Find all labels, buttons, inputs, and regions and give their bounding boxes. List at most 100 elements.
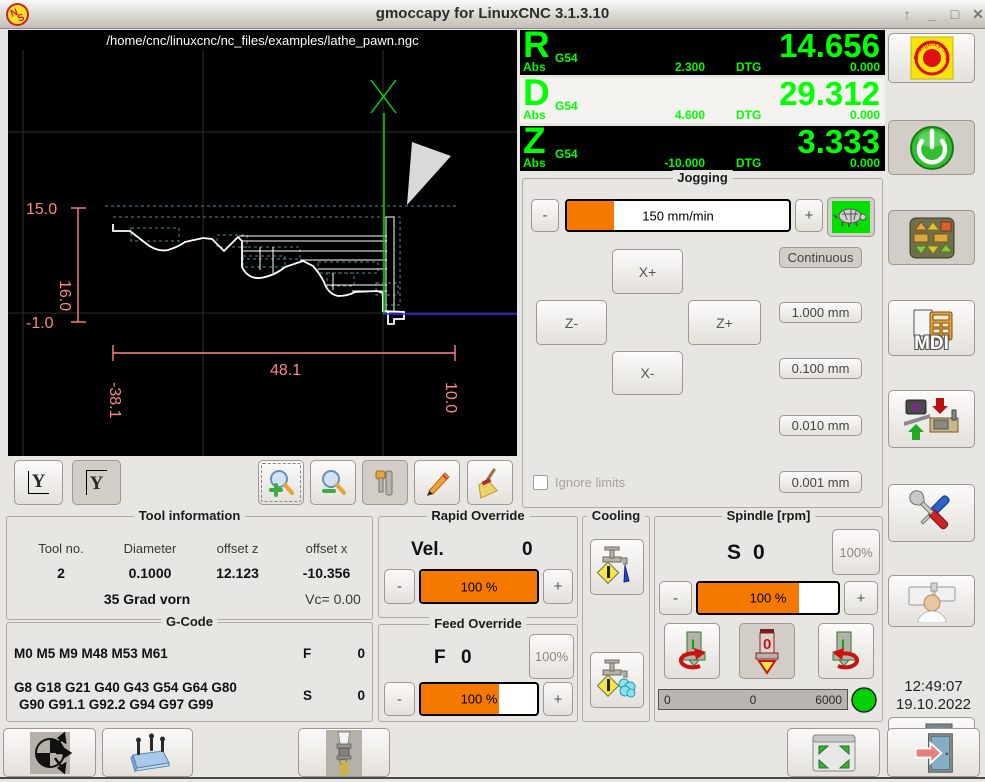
title-bar: N S gmoccapy for LinuxCNC 3.1.3.10 ↑ _ □…	[0, 0, 985, 29]
active-g-codes-line1: G8 G18 G21 G40 G43 G54 G64 G80	[14, 679, 237, 696]
dimension-absolute-label: Y	[28, 471, 50, 494]
cooling-title: Cooling	[587, 508, 645, 523]
feed-override-slider[interactable]: 100 %	[419, 682, 539, 716]
tool-no-value: 2	[17, 565, 105, 581]
spindle-override-slider[interactable]: 100 %	[696, 581, 840, 615]
jog-speed-plus-button[interactable]: +	[795, 199, 823, 232]
manual-mode-button[interactable]	[888, 210, 975, 265]
spindle-reset-button[interactable]: 100%	[832, 529, 880, 575]
gcode-frame: G-Code M0 M5 M9 M48 M53 M61 G8 G18 G21 G…	[6, 622, 373, 722]
touch-plate-button[interactable]	[102, 728, 193, 777]
clear-plot-button[interactable]	[467, 460, 513, 505]
rapid-minus-button[interactable]: -	[384, 569, 415, 604]
window-title: gmoccapy for LinuxCNC 3.1.3.10	[0, 5, 985, 22]
diameter-header: Diameter	[105, 541, 195, 556]
rapid-override-value: 100 %	[421, 579, 537, 594]
dimension-relative-button[interactable]: Y	[72, 460, 121, 505]
turtle-jog-button[interactable]	[827, 197, 875, 237]
ignore-limits-checkbox[interactable]	[533, 475, 548, 490]
gcode-title: G-Code	[161, 614, 218, 629]
spindle-plus-button[interactable]: +	[844, 581, 878, 615]
jog-increment-3-button[interactable]: 0.010 mm	[779, 415, 862, 436]
spindle-ccw-button[interactable]: I	[664, 623, 720, 679]
gremlin-preview[interactable]: /home/cnc/linuxcnc/nc_files/examples/lat…	[8, 30, 517, 456]
quit-button[interactable]	[887, 728, 980, 777]
jog-speed-slider[interactable]: 150 mm/min	[565, 199, 791, 232]
clock-time: 12:49:07	[886, 678, 981, 696]
vc-value: Vc= 0.00	[297, 591, 369, 607]
machine-on-button[interactable]	[888, 120, 975, 175]
user-settings-button[interactable]	[888, 575, 975, 627]
spindle-cw-button[interactable]: I	[818, 623, 874, 679]
jog-x-plus-button[interactable]: X+	[612, 249, 683, 294]
estop-button[interactable]: Emergency-Stop	[888, 33, 975, 83]
spindle-stop-button[interactable]: 0	[739, 623, 795, 679]
f-label: F	[303, 645, 311, 662]
dim-left: -38.1	[106, 382, 123, 419]
dro-coord-system: G54	[555, 147, 578, 161]
flood-coolant-button[interactable]	[590, 652, 644, 708]
fullscreen-button[interactable]	[787, 728, 880, 777]
toolpath-plot: 15.0 16.0 -1.0 48.1 -38.1 10.0	[8, 30, 517, 456]
tool-change-button[interactable]	[298, 728, 390, 777]
feed-minus-button[interactable]: -	[384, 682, 415, 716]
close-button[interactable]: ✕	[968, 4, 985, 24]
quit-door-icon	[912, 731, 956, 775]
spindle-range-bar: 0 0 6000	[658, 689, 848, 710]
spindle-title: Spindle [rpm]	[722, 508, 816, 523]
mdi-mode-button[interactable]: MDI	[888, 300, 975, 356]
tool-holder-icon	[324, 730, 364, 776]
dtg-label: DTG	[736, 60, 761, 74]
jog-increment-1-button[interactable]: 1.000 mm	[779, 302, 862, 323]
feed-override-title: Feed Override	[429, 616, 526, 631]
rapid-plus-button[interactable]: +	[543, 569, 573, 604]
jog-z-minus-button[interactable]: Z-	[536, 300, 607, 345]
minimize-button[interactable]: _	[922, 4, 942, 24]
auto-mode-button[interactable]	[888, 390, 975, 448]
dro-row-d[interactable]: D G54 29.312 Abs 4.600 DTG 0.000	[520, 78, 885, 123]
feed-override-value: 100 %	[421, 692, 537, 707]
edit-gcode-button[interactable]	[414, 460, 460, 505]
dimension-relative-label: Y	[86, 470, 108, 495]
abs-label: Abs	[523, 156, 546, 170]
feed-reset-button[interactable]: 100%	[529, 634, 574, 679]
feed-plus-button[interactable]: +	[543, 682, 573, 716]
measure-button[interactable]	[362, 460, 408, 505]
rapid-moves	[105, 206, 458, 305]
spindle-speed-value: 0	[753, 541, 765, 565]
dim-top: 15.0	[26, 201, 57, 218]
rapid-override-slider[interactable]: 100 %	[419, 569, 539, 604]
settings-button[interactable]	[888, 484, 975, 542]
jog-x-minus-button[interactable]: X-	[612, 351, 683, 395]
zoom-out-button[interactable]	[310, 460, 356, 505]
jog-speed-minus-button[interactable]: -	[531, 199, 559, 232]
maximize-button[interactable]: □	[945, 4, 965, 24]
jog-increment-2-button[interactable]: 0.100 mm	[779, 358, 862, 379]
zoom-in-button[interactable]	[258, 460, 304, 505]
abs-value: -10.000	[620, 156, 705, 170]
dro-panel: R G54 14.656 Abs 2.300 DTG 0.000 D G54 2…	[520, 30, 885, 172]
rapid-override-frame: Rapid Override Vel. 0 - 100 % +	[378, 516, 578, 618]
spindle-minus-button[interactable]: -	[659, 581, 692, 615]
feed-value: 0	[461, 647, 472, 669]
dro-row-z[interactable]: Z G54 3.333 Abs -10.000 DTG 0.000	[520, 126, 885, 171]
shade-window-button[interactable]: ↑	[897, 4, 917, 24]
mist-coolant-button[interactable]	[590, 539, 644, 595]
mdi-label: MDI	[889, 333, 974, 355]
touch-off-button[interactable]	[3, 728, 96, 777]
operator-icon	[905, 579, 959, 623]
dim-width: 48.1	[270, 362, 301, 379]
dro-row-r[interactable]: R G54 14.656 Abs 2.300 DTG 0.000	[520, 30, 885, 75]
dim-bottom: -1.0	[26, 315, 54, 332]
dimension-absolute-button[interactable]: Y	[14, 460, 63, 505]
jog-z-plus-button[interactable]: Z+	[688, 300, 761, 345]
jog-increment-4-button[interactable]: 0.001 mm	[779, 471, 862, 493]
clock: 12:49:07 19.10.2022	[886, 678, 981, 714]
dro-coord-system: G54	[555, 51, 578, 65]
rapid-override-title: Rapid Override	[426, 508, 529, 523]
tool-description: 35 Grad vorn	[67, 591, 227, 607]
jog-continuous-button[interactable]: Continuous	[779, 247, 862, 268]
dtg-value: 0.000	[850, 108, 880, 122]
jogging-title: Jogging	[672, 170, 733, 185]
auto-run-icon	[904, 396, 960, 442]
